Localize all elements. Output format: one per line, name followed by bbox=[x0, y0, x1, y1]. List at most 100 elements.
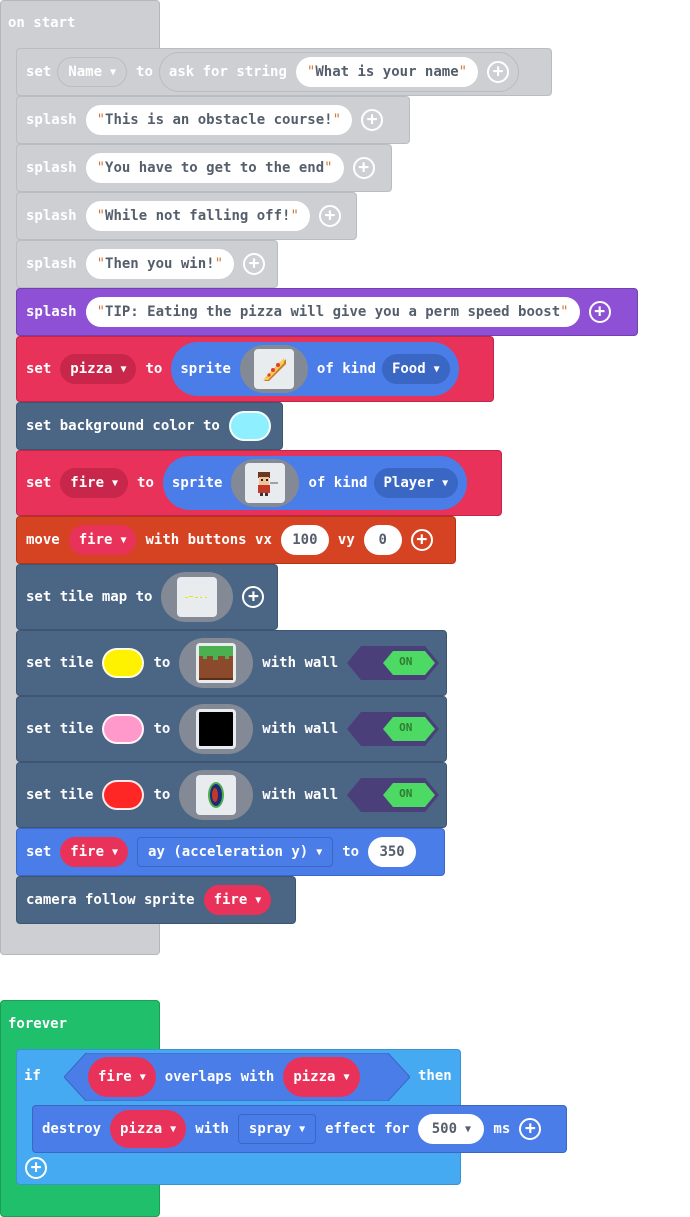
ask-for-string-block[interactable]: ask for string " What is your name " + bbox=[158, 52, 520, 92]
portal-tile-icon bbox=[196, 775, 237, 815]
name-variable-dropdown[interactable]: Name ▼ bbox=[57, 57, 128, 87]
camera-follow-label: camera follow sprite bbox=[26, 892, 195, 908]
tile-map-picker[interactable] bbox=[161, 572, 234, 622]
chevron-down-icon: ▼ bbox=[255, 894, 262, 906]
pizza-variable-label: pizza bbox=[293, 1069, 336, 1085]
plus-icon[interactable]: + bbox=[361, 109, 384, 131]
pizza-variable-dropdown[interactable]: pizza ▼ bbox=[60, 354, 137, 384]
plus-icon[interactable]: + bbox=[318, 205, 341, 227]
splash-text-field[interactable]: " Then you win! " bbox=[85, 249, 235, 279]
vy-input[interactable]: 0 bbox=[363, 525, 402, 555]
tile-color-swatch[interactable] bbox=[102, 648, 145, 678]
duration-dropdown[interactable]: 500 ▼ bbox=[418, 1114, 485, 1144]
overlaps-with-keyword: overlaps with bbox=[164, 1069, 275, 1085]
plus-icon[interactable]: + bbox=[588, 301, 611, 323]
wall-toggle[interactable]: ON bbox=[347, 712, 440, 746]
pizza-image-picker[interactable] bbox=[239, 345, 308, 393]
prompt-field[interactable]: " What is your name " bbox=[295, 57, 479, 87]
acceleration-input[interactable]: 350 bbox=[368, 837, 417, 867]
tile-image-picker[interactable] bbox=[179, 638, 254, 688]
pizza-sprite-icon bbox=[253, 349, 294, 389]
chevron-down-icon: ▼ bbox=[139, 1071, 146, 1083]
chevron-down-icon: ▼ bbox=[299, 1123, 306, 1135]
set-fire-block[interactable]: set fire ▼ to sprite of kind Player ▼ bbox=[16, 450, 502, 516]
tile-map-label: set tile map to bbox=[26, 589, 153, 605]
property-dropdown[interactable]: ay (acceleration y) ▼ bbox=[137, 837, 334, 867]
sprite-keyword: sprite bbox=[180, 361, 231, 377]
destroy-block[interactable]: destroy pizza ▼ with spray ▼ effect for 50… bbox=[32, 1105, 567, 1153]
to-keyword: to bbox=[145, 361, 163, 377]
to-keyword: to bbox=[137, 475, 154, 491]
kind-player-dropdown[interactable]: Player ▼ bbox=[373, 468, 459, 498]
fire-variable-dropdown[interactable]: fire ▼ bbox=[88, 1057, 156, 1097]
splash-tip-block[interactable]: splash " TIP: Eating the pizza will give … bbox=[16, 288, 638, 336]
set-tile-block-3[interactable]: set tile to with wall ON bbox=[16, 762, 447, 828]
splash-block-3[interactable]: splash " While not falling off! " + bbox=[16, 192, 357, 240]
duration-value: 500 bbox=[431, 1121, 458, 1137]
wall-toggle[interactable]: ON bbox=[347, 778, 440, 812]
set-tile-block-1[interactable]: set tile to with wall ON bbox=[16, 630, 447, 696]
fire-variable-dropdown[interactable]: fire ▼ bbox=[60, 468, 129, 498]
chevron-down-icon: ▼ bbox=[442, 477, 449, 489]
with-wall-keyword: with wall bbox=[262, 787, 339, 803]
add-else-plus-icon[interactable]: + bbox=[25, 1157, 47, 1179]
chevron-down-icon: ▼ bbox=[110, 66, 117, 78]
sprite-of-kind-block[interactable]: sprite of kind Food ▼ bbox=[171, 342, 459, 396]
destroy-keyword: destroy bbox=[42, 1121, 102, 1137]
pizza-variable-label: pizza bbox=[120, 1121, 163, 1137]
player-sprite-icon bbox=[245, 463, 286, 503]
toggle-on-label: ON bbox=[399, 787, 413, 800]
tile-color-swatch[interactable] bbox=[102, 780, 145, 810]
fire-variable-dropdown[interactable]: fire ▼ bbox=[68, 525, 137, 555]
overlaps-condition[interactable]: fire ▼ overlaps with pizza ▼ bbox=[64, 1053, 410, 1101]
set-keyword: set bbox=[26, 64, 52, 80]
sprite-of-kind-block[interactable]: sprite of kind Player ▼ bbox=[162, 456, 468, 510]
splash-block-4[interactable]: splash " Then you win! " + bbox=[16, 240, 278, 288]
vy-keyword: vy bbox=[337, 532, 355, 548]
tile-image-picker[interactable] bbox=[179, 704, 254, 754]
set-pizza-block[interactable]: set pizza ▼ to sprite of kind Food ▼ bbox=[16, 336, 494, 402]
splash-text-field[interactable]: " You have to get to the end " bbox=[85, 153, 344, 183]
player-image-picker[interactable] bbox=[231, 459, 300, 507]
splash-keyword: splash bbox=[26, 208, 77, 224]
pizza-variable-dropdown[interactable]: pizza ▼ bbox=[110, 1110, 187, 1148]
set-keyword: set bbox=[26, 844, 52, 860]
pizza-variable-dropdown[interactable]: pizza ▼ bbox=[283, 1057, 360, 1097]
move-keyword: move bbox=[26, 532, 60, 548]
tile-color-swatch[interactable] bbox=[102, 714, 145, 744]
of-kind-keyword: of kind bbox=[308, 475, 368, 491]
plus-icon[interactable]: + bbox=[352, 157, 375, 179]
background-color-swatch[interactable] bbox=[228, 411, 271, 441]
plus-icon[interactable]: + bbox=[487, 61, 510, 83]
plus-icon[interactable]: + bbox=[519, 1118, 542, 1140]
effect-dropdown[interactable]: spray ▼ bbox=[237, 1114, 317, 1144]
set-name-block[interactable]: set Name ▼ to ask for string " What is you… bbox=[16, 48, 552, 96]
plus-icon[interactable]: + bbox=[410, 529, 433, 551]
splash-block-2[interactable]: splash " You have to get to the end " + bbox=[16, 144, 392, 192]
set-tile-block-2[interactable]: set tile to with wall ON bbox=[16, 696, 447, 762]
move-with-buttons-block[interactable]: move fire ▼ with buttons vx 100 vy 0 + bbox=[16, 516, 456, 564]
chevron-down-icon: ▼ bbox=[170, 1123, 177, 1135]
tile-map-icon bbox=[177, 577, 218, 617]
plus-icon[interactable]: + bbox=[242, 586, 265, 608]
tip-text-field[interactable]: " TIP: Eating the pizza will give you a p… bbox=[85, 297, 580, 327]
fire-variable-dropdown[interactable]: fire ▼ bbox=[203, 885, 272, 915]
to-keyword: to bbox=[136, 64, 153, 80]
plus-icon[interactable]: + bbox=[243, 253, 266, 275]
set-acceleration-block[interactable]: set fire ▼ ay (acceleration y) ▼ to 350 bbox=[16, 828, 445, 876]
set-tile-map-block[interactable]: set tile map to + bbox=[16, 564, 278, 630]
set-background-color-block[interactable]: set background color to bbox=[16, 402, 283, 450]
with-wall-keyword: with wall bbox=[262, 721, 339, 737]
tile-image-picker[interactable] bbox=[179, 770, 254, 820]
splash-block-1[interactable]: splash " This is an obstacle course! " + bbox=[16, 96, 410, 144]
camera-follow-block[interactable]: camera follow sprite fire ▼ bbox=[16, 876, 296, 924]
ask-for-string-label: ask for string bbox=[168, 64, 287, 80]
splash-text-field[interactable]: " This is an obstacle course! " bbox=[85, 105, 353, 135]
if-keyword: if bbox=[24, 1068, 41, 1084]
kind-food-dropdown[interactable]: Food ▼ bbox=[381, 354, 450, 384]
wall-toggle[interactable]: ON bbox=[347, 646, 440, 680]
set-tile-keyword: set tile bbox=[26, 655, 94, 671]
fire-variable-dropdown[interactable]: fire ▼ bbox=[60, 837, 129, 867]
vx-input[interactable]: 100 bbox=[280, 525, 329, 555]
splash-text-field[interactable]: " While not falling off! " bbox=[85, 201, 310, 231]
